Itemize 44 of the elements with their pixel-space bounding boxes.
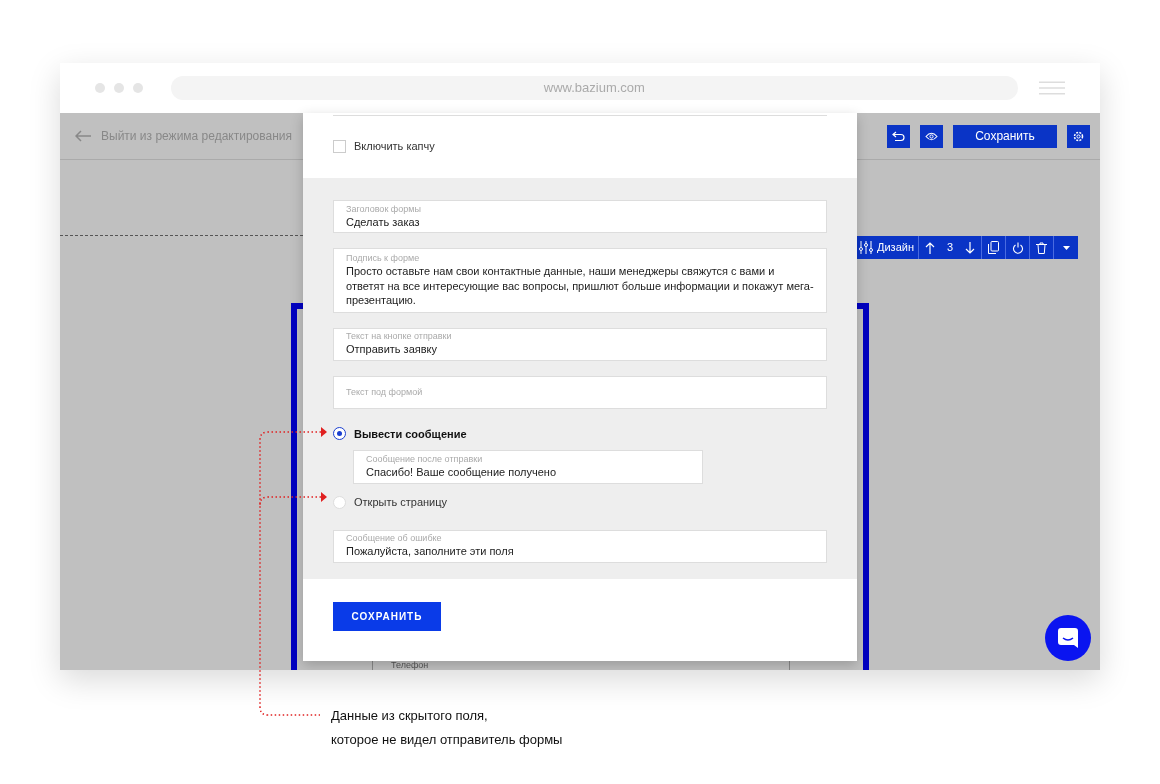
eye-icon [925, 131, 938, 141]
text-field[interactable]: Подпись к форме Просто оставьте нам свои контактные данные, наши менеджеры свяжутся с вами и ответят на все интересующие вас вопросы, пришлют больше информации и покажут мега-презентацию. [333, 248, 827, 313]
field-value: Пожалуйста, заполните эти поля [346, 544, 515, 559]
down-arrow-icon[interactable] [965, 241, 976, 254]
sliders-icon [859, 241, 873, 254]
preview-button[interactable] [920, 124, 943, 148]
undo-icon [892, 130, 905, 142]
text-field[interactable]: Сообщение об ошибке Пожалуйста, заполните эти поля [333, 529, 827, 563]
text-field[interactable]: Сообщение после отправки Спасибо! Ваше сообщение получено [353, 450, 703, 484]
field-label: Текст на кнопке отправки [346, 331, 453, 343]
radio-option[interactable]: Открыть страницу [333, 494, 827, 511]
up-arrow-icon[interactable] [925, 241, 935, 254]
settings-icon [1072, 129, 1085, 143]
text-field[interactable]: Текст на кнопке отправки Отправить заявку [333, 327, 827, 361]
field-label: Подпись к форме [346, 253, 421, 264]
checkbox-label: Включить капчу [354, 139, 435, 154]
save-button[interactable]: Сохранить [953, 124, 1057, 148]
field-label: Сообщение об ошибке [346, 533, 443, 545]
checkbox[interactable] [333, 139, 346, 153]
position-number: 3 [946, 240, 955, 256]
text-field[interactable]: Заголовок формы Сделать заказ [333, 200, 827, 233]
radio-label: Открыть страницу [354, 495, 448, 510]
annotation-text: Данные из скрытого поля, [331, 707, 489, 725]
chat-icon [1057, 627, 1079, 649]
field-value: Отправить заявку [346, 342, 438, 357]
back-arrow-icon [75, 130, 92, 142]
radio-option[interactable]: Вывести сообщение [333, 425, 827, 442]
radio-button[interactable] [333, 427, 346, 441]
field-label: Сообщение после отправки [366, 454, 484, 466]
field-value: Просто оставьте нам свои контактные данные, наши менеджеры свяжутся с вами и ответят на все интересующие вас вопросы, пришлют больше информации и покажут мега-презентацию. [346, 264, 814, 308]
trash-icon [1036, 241, 1048, 254]
save-button[interactable]: СОХРАНИТЬ [333, 602, 441, 631]
copy-icon [988, 241, 1000, 254]
annotation-text: которое не видел отправитель формы [331, 730, 563, 749]
radio-label: Вывести сообщение [354, 426, 467, 442]
field-value: Сделать заказ [346, 214, 421, 230]
field-placeholder: Текст под формой [346, 386, 424, 398]
power-icon [1011, 241, 1024, 254]
caret-icon [1062, 245, 1070, 250]
field-value: Спасибо! Ваше сообщение получено [366, 465, 558, 480]
settings-button[interactable] [1067, 124, 1090, 148]
undo-button[interactable] [887, 124, 910, 148]
chat-button[interactable] [1045, 615, 1091, 661]
field-label: Заголовок формы [346, 203, 422, 215]
